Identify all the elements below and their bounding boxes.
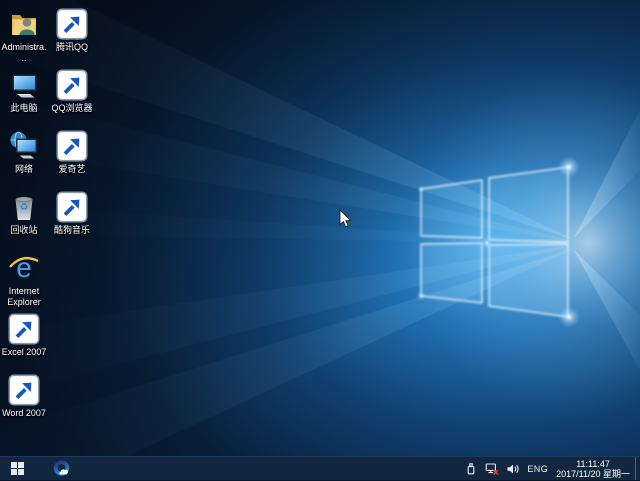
desktop-icon-label: 酷狗音乐 (53, 225, 90, 235)
shortcut-arrow-icon (56, 191, 88, 223)
desktop-icon-label: Excel 2007 (1, 347, 47, 357)
qq-penguin-icon (56, 8, 88, 40)
clock-time: 11:11:47 (576, 458, 610, 469)
svg-text:e: e (16, 252, 32, 283)
shortcut-arrow-icon (56, 8, 88, 40)
shortcut-arrow-icon (8, 374, 40, 406)
qq-browser-icon (56, 69, 88, 101)
svg-text:♻: ♻ (20, 202, 29, 213)
clock-date: 2017/11/20 星期一 (556, 468, 630, 479)
desktop-icon-excel-2007[interactable]: X Excel 2007 (1, 313, 47, 358)
recycle-bin-icon: ♻ (8, 191, 40, 223)
desktop-icon-iqiyi[interactable]: iQIYI 爱奇艺 (49, 130, 95, 175)
desktop-icon-label: 回收站 (10, 225, 38, 235)
network-disconnected-icon[interactable] (485, 462, 499, 476)
shortcut-arrow-icon (56, 69, 88, 101)
desktop-icon-label: 此电脑 (10, 103, 38, 113)
desktop-icon-internet-explorer[interactable]: e Internet Explorer (1, 252, 47, 308)
windows-hero-wallpaper (0, 0, 640, 480)
desktop-icon-label: QQ浏览器 (51, 103, 93, 113)
desktop-icon-kugou-music[interactable]: K Internet Explorer 酷狗音乐 (49, 191, 95, 236)
desktop-icon-label: Administra... (1, 42, 47, 63)
kugou-icon: K (56, 191, 88, 223)
iqiyi-icon: iQIYI (56, 130, 88, 162)
desktop-icon-label: 网络 (14, 164, 33, 174)
windows-logo-icon (10, 462, 24, 475)
desktop-icon-label: 腾讯QQ (55, 42, 88, 52)
desktop-icon-word-2007[interactable]: W Word 2007 (1, 374, 47, 419)
desktop-icon-recycle-bin[interactable]: ♻ 回收站 (1, 191, 47, 236)
ie-icon: e (8, 252, 40, 284)
word-icon: W (8, 374, 40, 406)
desktop-icon-network[interactable]: 网络 (1, 130, 47, 175)
mouse-cursor (339, 209, 352, 228)
network-globe-icon (8, 130, 40, 162)
show-desktop-button[interactable] (635, 457, 640, 480)
computer-icon (8, 69, 40, 101)
start-button[interactable] (0, 457, 34, 481)
desktop-icon-label: 爱奇艺 (58, 164, 86, 174)
system-tray: ENG 11:11:47 2017/11/20 星期一 (464, 457, 640, 480)
taskbar: ENG 11:11:47 2017/11/20 星期一 (0, 456, 640, 480)
desktop-icon-label: Internet Explorer (7, 286, 41, 307)
usb-device-icon[interactable] (464, 462, 478, 476)
excel-icon: X (8, 313, 40, 345)
desktop-icon-administrator[interactable]: Administra... (1, 8, 47, 64)
desktop-icon-this-pc[interactable]: 此电脑 (1, 69, 47, 114)
taskbar-qq-browser-button[interactable] (46, 457, 76, 481)
volume-icon[interactable] (506, 462, 520, 476)
language-indicator[interactable]: ENG (527, 464, 548, 474)
shortcut-arrow-icon (8, 313, 40, 345)
desktop-icon-qq-browser[interactable]: QQ浏览器 (49, 69, 95, 114)
user-folder-icon (8, 8, 40, 40)
shortcut-arrow-icon (56, 130, 88, 162)
qq-browser-icon (53, 460, 69, 476)
taskbar-clock[interactable]: 11:11:47 2017/11/20 星期一 (556, 459, 630, 479)
desktop-icon-label: Word 2007 (2, 408, 46, 418)
desktop-icon-tencent-qq[interactable]: 腾讯QQ (49, 8, 95, 53)
